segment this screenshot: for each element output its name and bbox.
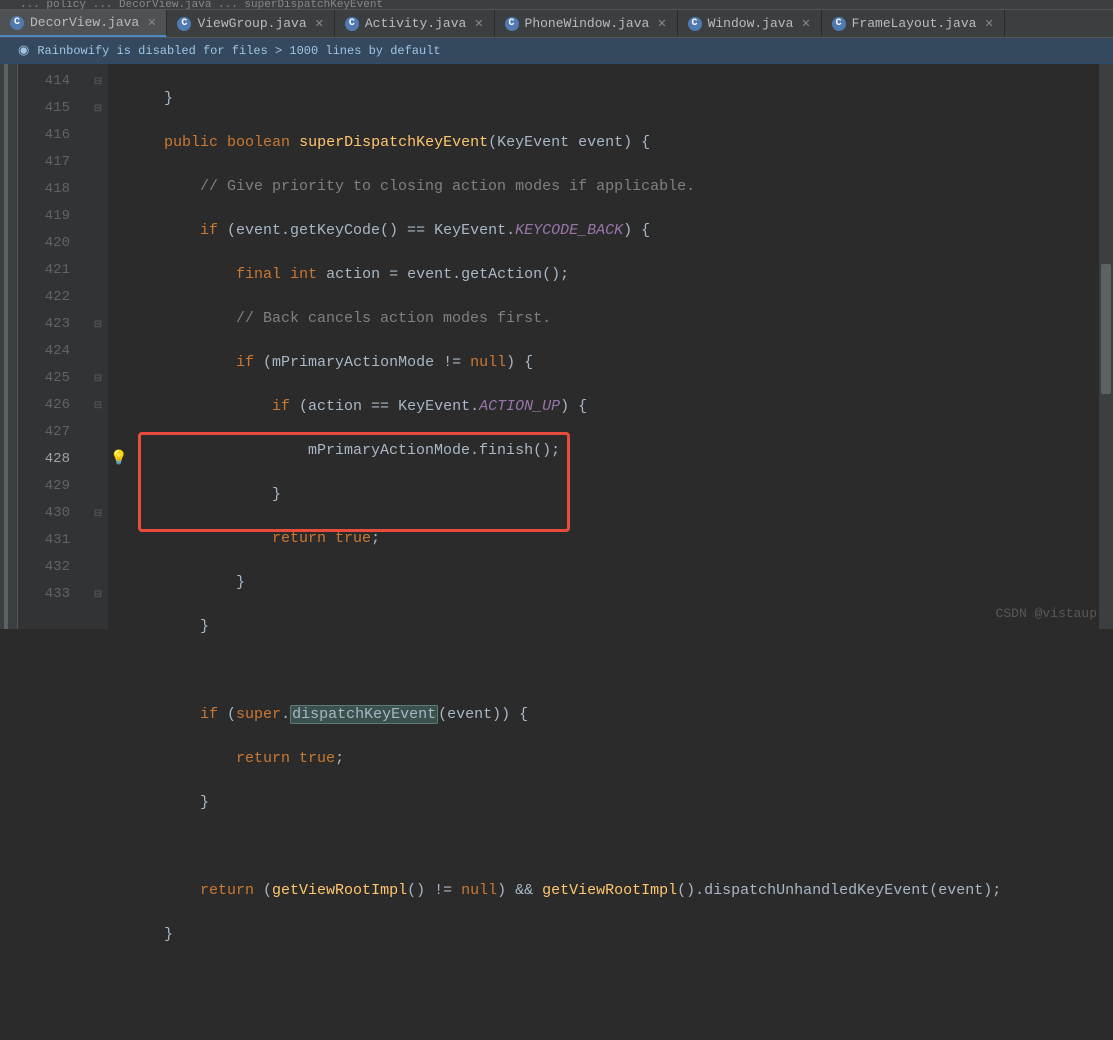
tab-label: Window.java: [708, 16, 794, 31]
tab-label: FrameLayout.java: [852, 16, 977, 31]
tab-framelayout[interactable]: C FrameLayout.java ✕: [822, 10, 1005, 37]
fold-icon[interactable]: ⊟: [88, 95, 108, 122]
line-number[interactable]: 432: [18, 554, 88, 581]
line-number[interactable]: 430: [18, 500, 88, 527]
java-class-icon: C: [832, 17, 846, 31]
java-class-icon: C: [688, 17, 702, 31]
fold-icon[interactable]: ⊟: [88, 365, 108, 392]
tab-decorview[interactable]: C DecorView.java ✕: [0, 10, 167, 37]
fold-gutter: ⊟ ⊟ ⊟ ⊟ ⊟ ⊟ ⊟: [88, 64, 108, 629]
line-number[interactable]: 418: [18, 176, 88, 203]
eye-icon: ◉: [18, 43, 29, 58]
line-number[interactable]: 426: [18, 392, 88, 419]
editor-tabs: C DecorView.java ✕ C ViewGroup.java ✕ C …: [0, 10, 1113, 38]
left-gutter-strip: [0, 64, 18, 629]
close-icon[interactable]: ✕: [657, 17, 666, 31]
line-number[interactable]: 422: [18, 284, 88, 311]
fold-icon[interactable]: ⊟: [88, 500, 108, 527]
java-class-icon: C: [10, 16, 24, 30]
scrollbar-thumb[interactable]: [1101, 264, 1111, 394]
line-number[interactable]: 419: [18, 203, 88, 230]
vertical-scrollbar[interactable]: [1099, 64, 1113, 629]
close-icon[interactable]: ✕: [315, 17, 324, 31]
line-number[interactable]: 424: [18, 338, 88, 365]
fold-icon[interactable]: ⊟: [88, 68, 108, 95]
tab-label: ViewGroup.java: [197, 16, 306, 31]
line-number[interactable]: 425: [18, 365, 88, 392]
tab-viewgroup[interactable]: C ViewGroup.java ✕: [167, 10, 334, 37]
line-number[interactable]: 417: [18, 149, 88, 176]
line-number[interactable]: 421: [18, 257, 88, 284]
tab-window[interactable]: C Window.java ✕: [678, 10, 822, 37]
fold-icon[interactable]: ⊟: [88, 311, 108, 338]
info-banner[interactable]: ◉ Rainbowify is disabled for files > 100…: [0, 38, 1113, 64]
line-number[interactable]: 428: [18, 446, 88, 473]
banner-text: Rainbowify is disabled for files > 1000 …: [37, 44, 440, 58]
breadcrumb-bar: ... policy ... DecorView.java ... superD…: [0, 0, 1113, 10]
line-number[interactable]: 433: [18, 581, 88, 608]
line-number[interactable]: 416: [18, 122, 88, 149]
close-icon[interactable]: ✕: [984, 17, 993, 31]
tab-activity[interactable]: C Activity.java ✕: [335, 10, 495, 37]
line-number[interactable]: 423: [18, 311, 88, 338]
fold-icon[interactable]: ⊟: [88, 581, 108, 608]
code-content[interactable]: } public boolean superDispatchKeyEvent(K…: [108, 64, 1113, 629]
line-number[interactable]: 427: [18, 419, 88, 446]
code-editor[interactable]: 414 415 416 417 418 419 420 421 422 423 …: [0, 64, 1113, 629]
line-number[interactable]: 415: [18, 95, 88, 122]
line-number[interactable]: 420: [18, 230, 88, 257]
close-icon[interactable]: ✕: [147, 16, 156, 30]
java-class-icon: C: [505, 17, 519, 31]
line-number-gutter: 414 415 416 417 418 419 420 421 422 423 …: [18, 64, 88, 629]
tab-label: PhoneWindow.java: [525, 16, 650, 31]
close-icon[interactable]: ✕: [474, 17, 483, 31]
java-class-icon: C: [177, 17, 191, 31]
tab-phonewindow[interactable]: C PhoneWindow.java ✕: [495, 10, 678, 37]
line-number[interactable]: 431: [18, 527, 88, 554]
close-icon[interactable]: ✕: [801, 17, 810, 31]
watermark: CSDN @vistaup: [996, 606, 1097, 621]
tab-label: DecorView.java: [30, 15, 139, 30]
line-number[interactable]: 429: [18, 473, 88, 500]
tab-label: Activity.java: [365, 16, 466, 31]
java-class-icon: C: [345, 17, 359, 31]
fold-icon[interactable]: ⊟: [88, 392, 108, 419]
line-number[interactable]: 414: [18, 68, 88, 95]
